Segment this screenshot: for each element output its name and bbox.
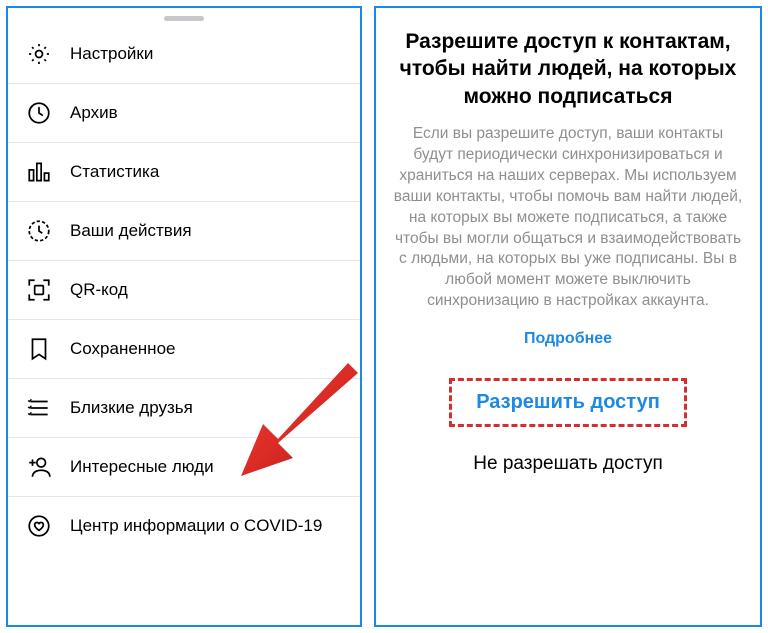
menu-item-settings[interactable]: Настройки (8, 25, 360, 84)
gear-icon (26, 41, 52, 67)
contacts-permission-dialog: Разрешите доступ к контактам, чтобы найт… (374, 6, 762, 627)
qrcode-icon (26, 277, 52, 303)
menu-item-label: Ваши действия (70, 221, 192, 241)
menu-item-saved[interactable]: Сохраненное (8, 320, 360, 379)
settings-menu-panel: Настройки Архив Статистика Ваши действия (6, 6, 362, 627)
dialog-title: Разрешите доступ к контактам, чтобы найт… (392, 28, 744, 110)
menu-item-label: Архив (70, 103, 118, 123)
activity-icon (26, 218, 52, 244)
bar-chart-icon (26, 159, 52, 185)
menu-item-label: Настройки (70, 44, 153, 64)
menu-item-label: QR-код (70, 280, 128, 300)
menu-item-label: Центр информации о COVID-19 (70, 516, 322, 536)
menu-item-statistics[interactable]: Статистика (8, 143, 360, 202)
menu-item-covid-info[interactable]: Центр информации о COVID-19 (8, 497, 360, 555)
allow-highlight-box: Разрешить доступ (449, 378, 687, 427)
menu-item-label: Близкие друзья (70, 398, 193, 418)
learn-more-link[interactable]: Подробнее (524, 330, 612, 348)
menu-item-label: Интересные люди (70, 457, 214, 477)
archive-icon (26, 100, 52, 126)
menu-item-discover-people[interactable]: Интересные люди (8, 438, 360, 497)
settings-menu: Настройки Архив Статистика Ваши действия (8, 25, 360, 625)
menu-item-activity[interactable]: Ваши действия (8, 202, 360, 261)
allow-access-button[interactable]: Разрешить доступ (476, 391, 660, 414)
menu-item-qrcode[interactable]: QR-код (8, 261, 360, 320)
menu-item-close-friends[interactable]: Близкие друзья (8, 379, 360, 438)
bookmark-icon (26, 336, 52, 362)
menu-item-label: Статистика (70, 162, 159, 182)
menu-item-archive[interactable]: Архив (8, 84, 360, 143)
close-friends-icon (26, 395, 52, 421)
dialog-body: Если вы разрешите доступ, ваши контакты … (392, 124, 744, 312)
menu-item-label: Сохраненное (70, 339, 175, 359)
sheet-handle[interactable] (164, 16, 204, 21)
deny-access-button[interactable]: Не разрешать доступ (473, 447, 662, 489)
heart-circle-icon (26, 513, 52, 539)
add-person-icon (26, 454, 52, 480)
